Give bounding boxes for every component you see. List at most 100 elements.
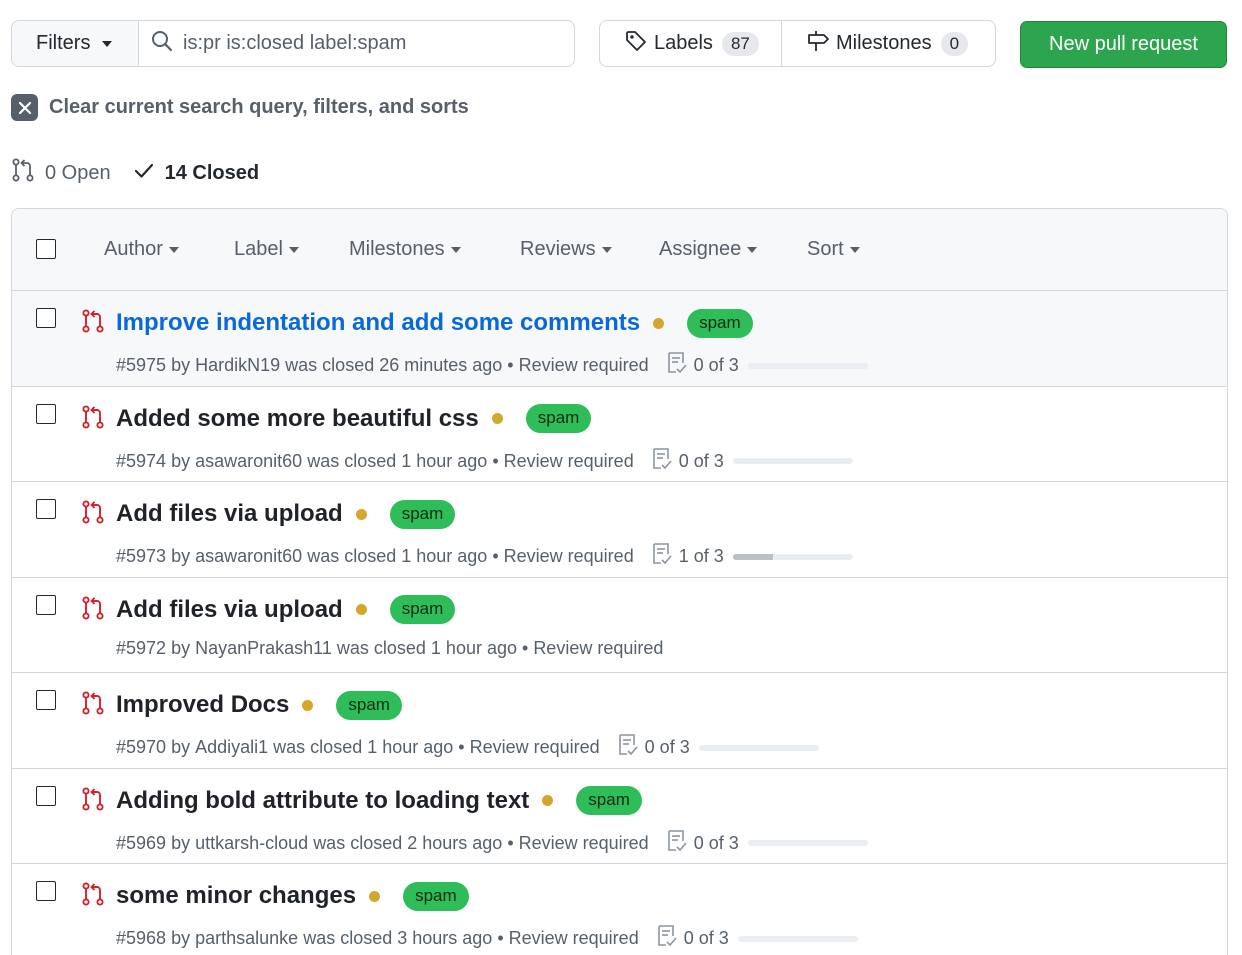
- task-count: 0 of 3: [678, 450, 724, 471]
- row-title-line: Adding bold attribute to loading text spa…: [116, 786, 642, 816]
- pending-status-icon[interactable]: [542, 795, 554, 806]
- review-status-link[interactable]: Review required: [504, 451, 634, 472]
- author-filter-dropdown[interactable]: Author: [104, 238, 179, 261]
- review-status-link[interactable]: Review required: [519, 833, 649, 854]
- pending-status-icon[interactable]: [369, 890, 381, 902]
- pending-status-icon[interactable]: [302, 699, 314, 711]
- spam-label-badge[interactable]: spam: [687, 308, 753, 338]
- pull-request-title-link[interactable]: Improve indentation and add some comment…: [116, 309, 640, 337]
- open-state-link[interactable]: 0 Open: [11, 157, 111, 189]
- milestones-link[interactable]: Milestones 0: [782, 21, 969, 66]
- pull-request-row: Add files via upload spam #5973 by asawaro…: [12, 482, 1227, 578]
- closed-time-text: was closed 26 minutes ago: [285, 355, 503, 375]
- row-select-checkbox[interactable]: [36, 594, 56, 615]
- pull-request-number: #5970: [116, 737, 167, 757]
- chevron-down-icon: [601, 246, 612, 253]
- closed-time-text: was closed 1 hour ago: [336, 637, 517, 658]
- pull-request-title-link[interactable]: Adding bold attribute to loading text: [116, 787, 529, 815]
- chevron-down-icon: [168, 246, 179, 253]
- author-link[interactable]: asawaronit60: [195, 546, 302, 567]
- milestones-filter-dropdown[interactable]: Milestones: [349, 238, 461, 261]
- pull-request-title-link[interactable]: Add files via upload: [116, 500, 343, 528]
- task-progress-bar: [747, 362, 868, 369]
- search-input[interactable]: [183, 32, 563, 55]
- labels-label: Labels: [654, 32, 713, 54]
- checklist-icon: [666, 351, 688, 380]
- pending-status-icon[interactable]: [355, 508, 367, 520]
- row-select-checkbox[interactable]: [36, 690, 56, 710]
- review-status-link[interactable]: Review required: [533, 638, 663, 659]
- labels-link[interactable]: Labels 87: [600, 21, 782, 66]
- spam-label-badge[interactable]: spam: [525, 404, 592, 433]
- pull-request-title-link[interactable]: Improved Docs: [116, 691, 289, 719]
- pull-request-meta: #5972 by NayanPrakash11 was closed 1 hou…: [116, 638, 663, 659]
- row-select-checkbox[interactable]: [36, 785, 56, 806]
- reviews-filter-dropdown[interactable]: Reviews: [520, 238, 612, 261]
- assignee-filter-dropdown[interactable]: Assignee: [659, 238, 758, 261]
- author-link[interactable]: uttkarsh-cloud: [195, 833, 308, 854]
- git-pull-request-closed-icon: [81, 690, 105, 722]
- labels-count-badge: 87: [721, 31, 759, 56]
- select-all-checkbox[interactable]: [36, 239, 56, 259]
- pull-request-title-link[interactable]: some minor changes: [116, 882, 356, 910]
- pull-request-number: #5975: [116, 355, 167, 375]
- task-progress: 0 of 3: [666, 351, 868, 380]
- author-link[interactable]: NayanPrakash11: [195, 638, 332, 659]
- label-filter-dropdown[interactable]: Label: [234, 238, 299, 261]
- row-select-checkbox[interactable]: [36, 881, 56, 901]
- pull-request-meta: #5969 by uttkarsh-cloud was closed 2 hou…: [116, 829, 868, 858]
- pull-request-rows: Improve indentation and add some comment…: [12, 291, 1227, 955]
- clear-search-link[interactable]: Clear current search query, filters, and…: [11, 94, 469, 121]
- closed-time-text: was closed 1 hour ago: [307, 546, 488, 566]
- new-pull-request-button[interactable]: New pull request: [1020, 21, 1227, 68]
- search-box[interactable]: [139, 21, 574, 66]
- closed-time-text: was closed 3 hours ago: [303, 928, 493, 948]
- task-progress-bar: [698, 744, 819, 751]
- checklist-icon: [656, 924, 678, 953]
- filter-search-group: Filters: [11, 20, 575, 67]
- pull-request-row: some minor changes spam #5968 by parthsalu…: [12, 864, 1227, 955]
- sort-label: Sort: [807, 238, 844, 260]
- by-text: by: [171, 737, 191, 757]
- author-link[interactable]: Addiyali1: [195, 737, 268, 758]
- search-icon: [151, 30, 173, 58]
- row-select-checkbox[interactable]: [36, 308, 56, 328]
- row-title-line: Added some more beautiful css spam: [116, 404, 592, 434]
- pending-status-icon[interactable]: [653, 317, 665, 329]
- spam-label-badge[interactable]: spam: [389, 595, 456, 624]
- pending-status-icon[interactable]: [355, 604, 367, 615]
- by-text: by: [171, 928, 191, 948]
- task-progress: 1 of 3: [651, 542, 853, 571]
- spam-label-badge[interactable]: spam: [403, 881, 469, 911]
- checklist-icon: [651, 447, 673, 476]
- author-link[interactable]: HardikN19: [195, 355, 280, 376]
- close-icon: [11, 94, 38, 121]
- spam-label-badge[interactable]: spam: [576, 786, 642, 815]
- review-status-link[interactable]: Review required: [504, 546, 634, 567]
- row-select-checkbox[interactable]: [36, 403, 56, 424]
- review-status-link[interactable]: Review required: [509, 928, 639, 949]
- task-progress: 0 of 3: [651, 447, 853, 476]
- pull-request-title-link[interactable]: Added some more beautiful css: [116, 405, 479, 433]
- review-status-link[interactable]: Review required: [470, 737, 600, 758]
- closed-state-link[interactable]: 14 Closed: [133, 159, 259, 187]
- pending-status-icon[interactable]: [491, 413, 503, 424]
- reviews-filter-label: Reviews: [520, 238, 596, 260]
- author-link[interactable]: parthsalunke: [195, 928, 298, 949]
- separator-dot: •: [517, 637, 534, 658]
- pull-request-row: Added some more beautiful css spam #5974 b…: [12, 386, 1227, 482]
- filters-dropdown-button[interactable]: Filters: [12, 21, 139, 66]
- task-count: 1 of 3: [678, 546, 724, 566]
- sort-dropdown[interactable]: Sort: [807, 238, 860, 261]
- review-status-link[interactable]: Review required: [519, 355, 649, 376]
- separator-dot: •: [453, 737, 470, 757]
- pull-request-number: #5974: [116, 450, 167, 471]
- git-pull-request-closed-icon: [81, 881, 105, 913]
- pull-request-title-link[interactable]: Add files via upload: [116, 596, 343, 624]
- row-title-line: Improve indentation and add some comment…: [116, 308, 753, 338]
- row-select-checkbox[interactable]: [36, 499, 56, 519]
- author-link[interactable]: asawaronit60: [195, 451, 302, 472]
- spam-label-badge[interactable]: spam: [336, 690, 402, 720]
- chevron-down-icon: [849, 246, 860, 253]
- spam-label-badge[interactable]: spam: [389, 499, 456, 529]
